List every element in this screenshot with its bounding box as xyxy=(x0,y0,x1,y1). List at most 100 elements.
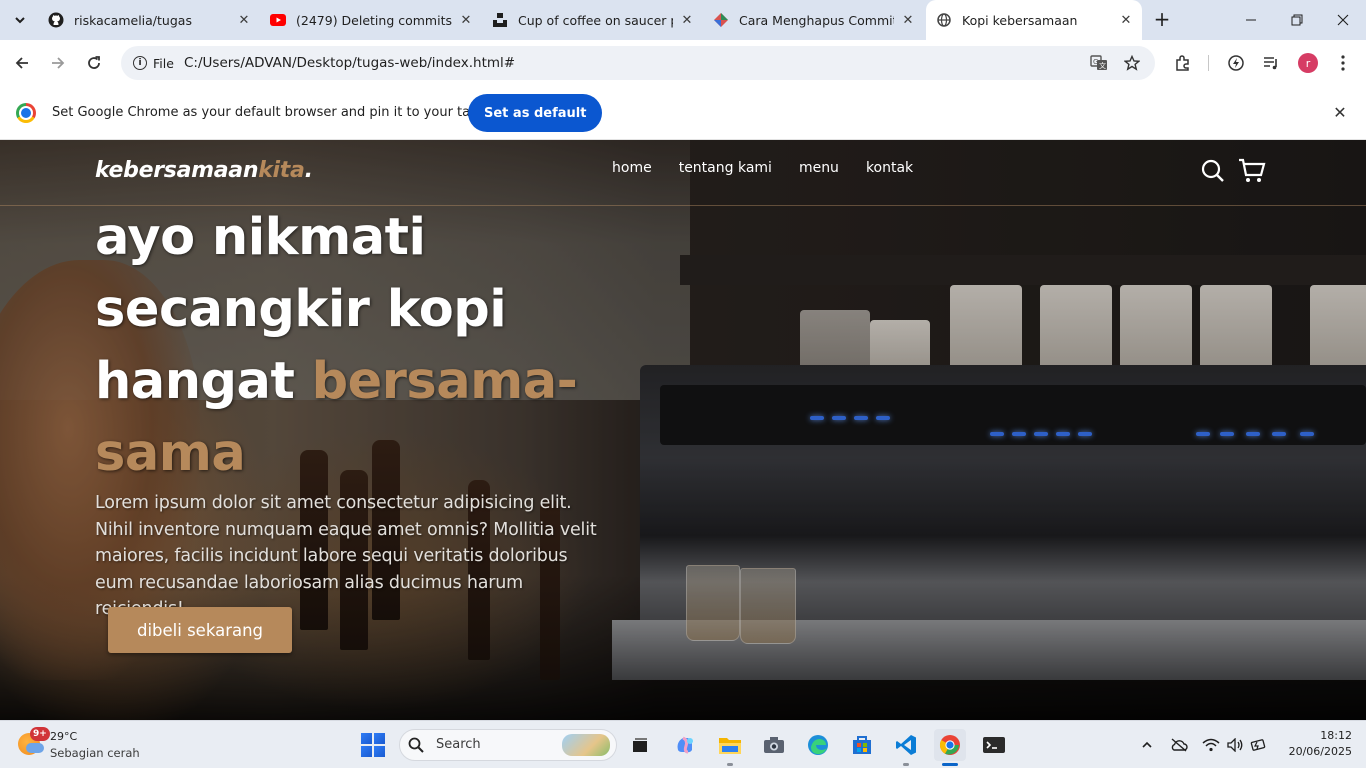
tab-title: riskacamelia/tugas xyxy=(74,12,192,28)
tab-title: Kopi kebersamaan xyxy=(962,12,1078,28)
close-icon[interactable]: ✕ xyxy=(458,13,474,28)
tab-kopi-kebersamaan[interactable]: Kopi kebersamaan ✕ xyxy=(926,0,1142,40)
minimize-icon xyxy=(1246,19,1256,21)
default-browser-infobar: Set Google Chrome as your default browse… xyxy=(0,86,1366,140)
clock-date: 20/06/2025 xyxy=(1288,745,1352,758)
copilot-icon[interactable] xyxy=(669,729,701,761)
close-icon[interactable]: ✕ xyxy=(900,13,916,28)
cloud-off-icon[interactable] xyxy=(1170,736,1188,754)
minimize-button[interactable] xyxy=(1228,0,1274,40)
url-text[interactable]: C:/Users/ADVAN/Desktop/tugas-web/index.h… xyxy=(184,46,515,80)
close-icon xyxy=(1337,14,1349,26)
nav-home[interactable]: home xyxy=(612,160,652,176)
chrome-taskbar-icon[interactable] xyxy=(934,729,966,761)
bookmark-star-icon[interactable] xyxy=(1122,53,1142,73)
youtube-icon xyxy=(270,12,286,28)
new-tab-button[interactable]: + xyxy=(1150,8,1174,32)
task-view-icon[interactable] xyxy=(624,729,656,761)
profile-avatar[interactable]: r xyxy=(1298,53,1318,73)
info-icon: i xyxy=(133,56,147,70)
tab-cara-menghapus[interactable]: Cara Menghapus Commit Gi ✕ xyxy=(703,6,924,34)
chevron-down-icon xyxy=(15,17,25,24)
translate-icon[interactable]: G文 xyxy=(1089,53,1109,73)
reload-icon xyxy=(88,56,100,69)
tab-youtube[interactable]: (2479) Deleting commits | Hu ✕ xyxy=(260,6,482,34)
weather-temperature: 29°C xyxy=(50,730,78,743)
back-button[interactable] xyxy=(10,51,34,75)
system-clock[interactable]: 18:12 20/06/2025 xyxy=(1282,728,1352,760)
clock-time: 18:12 xyxy=(1320,729,1352,742)
search-placeholder: Search xyxy=(436,737,481,752)
reload-button[interactable] xyxy=(82,51,106,75)
svg-text:文: 文 xyxy=(1099,61,1106,70)
windows-taskbar: 9+ 29°C Sebagian cerah Search 18:12 20/0… xyxy=(0,720,1366,768)
hero-title: ayo nikmati secangkir kopi hangat bersam… xyxy=(95,202,615,490)
weather-cloud-icon xyxy=(26,743,44,753)
infobar-close-icon[interactable]: ✕ xyxy=(1330,103,1350,123)
set-as-default-button[interactable]: Set as default xyxy=(468,94,603,132)
nav-kontak[interactable]: kontak xyxy=(866,160,913,176)
extensions-icon[interactable] xyxy=(1172,52,1194,74)
close-window-button[interactable] xyxy=(1320,0,1366,40)
tab-search-button[interactable] xyxy=(8,8,32,32)
tab-title: Cara Menghapus Commit Gi xyxy=(739,12,894,28)
unsplash-icon xyxy=(492,12,508,28)
wifi-icon[interactable] xyxy=(1202,736,1220,754)
notification-badge: 9+ xyxy=(30,727,50,741)
taskbar-search[interactable]: Search xyxy=(399,729,617,761)
svg-text:G: G xyxy=(1093,58,1098,66)
nav-links: home tentang kami menu kontak xyxy=(612,160,913,176)
tab-github[interactable]: riskacamelia/tugas ✕ xyxy=(38,6,260,34)
close-icon[interactable]: ✕ xyxy=(679,13,695,28)
media-control-icon[interactable] xyxy=(1260,52,1282,74)
infobar-message: Set Google Chrome as your default browse… xyxy=(52,105,506,120)
edge-icon[interactable] xyxy=(802,729,834,761)
browser-toolbar: i File C:/Users/ADVAN/Desktop/tugas-web/… xyxy=(0,40,1366,86)
tab-title: Cup of coffee on saucer pho xyxy=(518,12,673,28)
chevron-up-icon[interactable] xyxy=(1138,736,1156,754)
tab-unsplash[interactable]: Cup of coffee on saucer pho ✕ xyxy=(482,6,703,34)
weather-condition: Sebagian cerah xyxy=(50,746,140,760)
vscode-icon[interactable] xyxy=(890,729,922,761)
microsoft-store-icon[interactable] xyxy=(846,729,878,761)
address-bar[interactable]: i File C:/Users/ADVAN/Desktop/tugas-web/… xyxy=(121,46,1155,80)
logo-dot: . xyxy=(304,158,313,183)
site-icon xyxy=(713,12,729,28)
logo-accent: kita xyxy=(258,158,305,183)
site-chip-label: File xyxy=(153,55,174,71)
menu-kebab-icon[interactable] xyxy=(1332,52,1354,74)
site-info-chip[interactable]: i File xyxy=(125,50,182,76)
terminal-icon[interactable] xyxy=(978,729,1010,761)
battery-icon[interactable] xyxy=(1250,736,1268,754)
buy-now-button[interactable]: dibeli sekarang xyxy=(108,607,292,653)
hero-section: kebersamaankita. home tentang kami menu … xyxy=(0,140,1366,720)
site-logo[interactable]: kebersamaankita. xyxy=(95,158,313,183)
hero-description: Lorem ipsum dolor sit amet consectetur a… xyxy=(95,493,597,619)
search-icon xyxy=(408,737,424,757)
restore-icon xyxy=(1291,14,1303,26)
arrow-left-icon xyxy=(15,57,28,69)
weather-widget[interactable]: 9+ 29°C Sebagian cerah xyxy=(16,727,156,761)
nav-menu[interactable]: menu xyxy=(799,160,839,176)
close-icon[interactable]: ✕ xyxy=(1118,13,1134,28)
volume-icon[interactable] xyxy=(1226,736,1244,754)
globe-icon xyxy=(936,12,952,28)
camera-icon[interactable] xyxy=(758,729,790,761)
shopping-cart-icon[interactable] xyxy=(1238,158,1266,184)
chrome-icon xyxy=(16,103,36,123)
github-icon xyxy=(48,12,64,28)
forward-button[interactable] xyxy=(46,51,70,75)
logo-main: kebersamaan xyxy=(95,158,259,183)
performance-icon[interactable] xyxy=(1225,52,1247,74)
tab-strip: riskacamelia/tugas ✕ (2479) Deleting com… xyxy=(0,0,1366,40)
arrow-right-icon xyxy=(52,57,65,69)
tab-title: (2479) Deleting commits | Hu xyxy=(296,12,452,28)
close-icon[interactable]: ✕ xyxy=(236,13,252,28)
search-highlight-image xyxy=(562,734,610,756)
restore-button[interactable] xyxy=(1274,0,1320,40)
file-explorer-icon[interactable] xyxy=(714,729,746,761)
site-navbar: kebersamaankita. home tentang kami menu … xyxy=(0,140,1366,206)
start-button[interactable] xyxy=(361,733,385,757)
nav-tentang-kami[interactable]: tentang kami xyxy=(679,160,772,176)
search-icon[interactable] xyxy=(1200,158,1226,184)
